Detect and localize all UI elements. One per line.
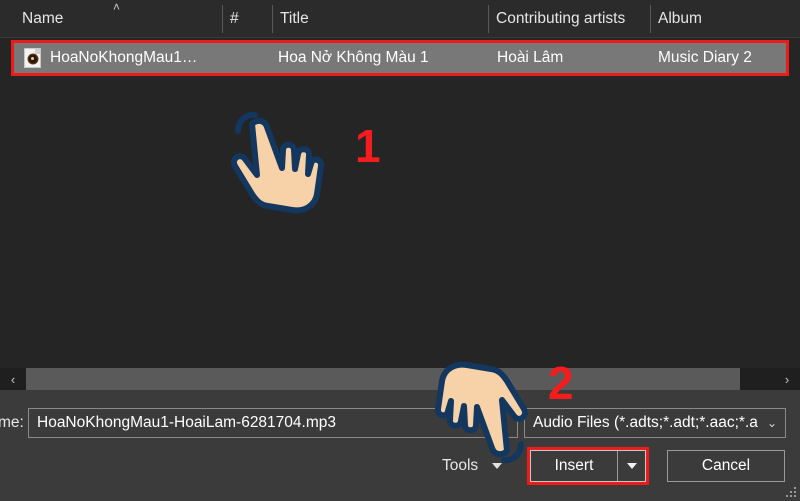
hand-cursor-icon-step-1 [231, 111, 325, 214]
file-open-dialog: Name ˄ # Title Contributing artists Albu… [0, 0, 800, 501]
insert-button-highlight-annotation [527, 447, 649, 485]
file-type-value: Audio Files (*.adts;*.adt;*.aac;*.a [533, 414, 758, 431]
dialog-footer [0, 390, 800, 501]
column-header-album[interactable]: Album [650, 0, 800, 38]
file-name-label: me: [0, 414, 24, 431]
resize-grip-icon[interactable] [784, 485, 798, 499]
sort-ascending-icon: ˄ [113, 0, 121, 14]
column-header-number-label: # [230, 10, 239, 27]
table-row[interactable]: HoaNoKhongMau1… Hoa Nở Không Màu 1 Hoài … [14, 43, 786, 73]
file-list-column-headers: Name ˄ # Title Contributing artists Albu… [0, 0, 800, 38]
column-header-name-label: Name [22, 10, 64, 27]
cancel-button-label: Cancel [701, 457, 751, 474]
file-type-dropdown[interactable]: Audio Files (*.adts;*.adt;*.aac;*.a ⌄ [524, 408, 786, 438]
artist-cell: Hoài Lâm [497, 49, 564, 66]
album-cell: Music Diary 2 [658, 49, 752, 66]
column-header-contributing-artists-label: Contributing artists [496, 10, 626, 27]
column-header-number[interactable]: # [222, 0, 272, 38]
step-2-annotation: 2 [548, 357, 574, 409]
scrollbar-thumb[interactable] [26, 368, 740, 390]
title-cell: Hoa Nở Không Màu 1 [278, 49, 429, 66]
column-header-title[interactable]: Title [272, 0, 488, 38]
horizontal-scrollbar[interactable]: ‹ › [0, 368, 800, 390]
track-number-cell [226, 43, 276, 73]
scroll-right-arrow-icon[interactable]: › [774, 368, 800, 390]
column-header-title-label: Title [280, 10, 309, 27]
scroll-left-arrow-icon[interactable]: ‹ [0, 368, 26, 390]
column-header-contributing-artists[interactable]: Contributing artists [488, 0, 650, 38]
file-list[interactable]: HoaNoKhongMau1… Hoa Nở Không Màu 1 Hoài … [0, 38, 800, 365]
file-name-cell: HoaNoKhongMau1… [24, 43, 224, 73]
chevron-down-icon[interactable]: ⌄ [767, 416, 777, 430]
audio-file-icon [24, 48, 41, 68]
step-1-annotation: 1 [355, 120, 381, 172]
scrollbar-track[interactable] [26, 368, 774, 390]
cancel-button[interactable]: Cancel [667, 450, 785, 482]
file-name-label: HoaNoKhongMau1… [50, 49, 198, 66]
hand-cursor-icon-step-2 [434, 361, 528, 464]
column-header-album-label: Album [658, 10, 702, 27]
